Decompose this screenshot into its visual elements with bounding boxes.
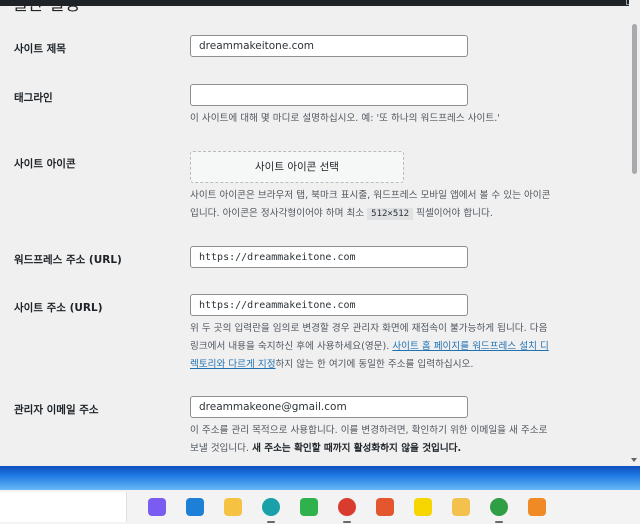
- admin-email-description-line1: 이 주소를 관리 목적으로 사용합니다. 이를 변경하려면, 확인하기 위한 이…: [190, 425, 548, 436]
- wp-address-label: 워드프레스 주소 (URL): [14, 254, 122, 266]
- site-title-label: 사이트 제목: [14, 43, 66, 55]
- scroll-down-arrow-icon[interactable]: [631, 458, 637, 462]
- select-site-icon-button[interactable]: 사이트 아이콘 선택: [190, 151, 404, 183]
- paint-app-icon[interactable]: [376, 498, 394, 516]
- site-icon-description: 사이트 아이콘은 브라우저 탭, 북마크 표시줄, 워드프레스 모바일 앱에서 …: [190, 187, 610, 223]
- tagline-description: 이 사이트에 대해 몇 마디로 설명하십시오. 예: '또 하나의 워드프레스 …: [190, 113, 500, 124]
- store-icon[interactable]: [186, 498, 204, 516]
- admin-email-label: 관리자 이메일 주소: [14, 404, 99, 416]
- icon-size-code: 512×512: [367, 208, 414, 220]
- windows-taskbar: [0, 490, 640, 524]
- tagline-input[interactable]: [190, 84, 468, 106]
- site-icon-label: 사이트 아이콘: [14, 158, 76, 170]
- general-settings-form: 일반 설정 사이트 제목 dreammakeitone.com 태그라인 이 사…: [0, 0, 629, 466]
- orange-app-icon[interactable]: [528, 498, 546, 516]
- site-title-input[interactable]: dreammakeitone.com: [190, 35, 468, 57]
- admin-email-input[interactable]: dreammakeone@gmail.com: [190, 396, 468, 418]
- chrome-icon[interactable]: [338, 498, 356, 516]
- running-indicator: [495, 521, 503, 523]
- site-address-description-line2: 링크에서 내용을 숙지하신 후에 사용하세요(영문). 사이트 홈 페이지를 워…: [190, 341, 549, 352]
- taskbar-search-box[interactable]: [0, 492, 127, 522]
- admin-top-bar: [0, 0, 640, 6]
- tagline-label: 태그라인: [14, 92, 53, 104]
- kakaotalk-icon[interactable]: [414, 498, 432, 516]
- wordpress-directory-link[interactable]: 사이트 홈 페이지를 워드프레스 설치 디: [392, 341, 548, 352]
- site-icon-description-line2: 입니다. 아이콘은 정사각형이어야 하며 최소 512×512 픽셀이어야 합니…: [190, 208, 493, 220]
- green-app-icon[interactable]: [300, 498, 318, 516]
- scrollbar-thumb[interactable]: [632, 24, 637, 174]
- site-address-description: 위 두 곳의 입력란을 임의로 변경할 경우 관리자 화면에 재접속이 불가능하…: [190, 320, 610, 374]
- character-app-icon[interactable]: [452, 498, 470, 516]
- admin-email-description-line2: 보낼 것입니다. 새 주소는 확인할 때까지 활성화하지 않을 것입니다.: [190, 443, 462, 454]
- site-address-label: 사이트 주소 (URL): [14, 302, 103, 314]
- site-address-input[interactable]: https://dreammakeitone.com: [190, 294, 468, 316]
- site-icon-description-line1: 사이트 아이콘은 브라우저 탭, 북마크 표시줄, 워드프레스 모바일 앱에서 …: [190, 190, 551, 201]
- site-address-description-line3: 렉토리와 다르게 지정하지 않는 한 여기에 동일한 주소를 입력하십시오.: [190, 359, 474, 370]
- running-indicator: [343, 521, 351, 523]
- running-indicator: [267, 521, 275, 523]
- chrome-profile-icon[interactable]: [490, 498, 508, 516]
- site-address-description-line1: 위 두 곳의 입력란을 임의로 변경할 경우 관리자 화면에 재접속이 불가능하…: [190, 323, 548, 334]
- admin-email-warning: 새 주소는 확인할 때까지 활성화하지 않을 것입니다.: [252, 443, 462, 454]
- admin-email-description: 이 주소를 관리 목적으로 사용합니다. 이를 변경하려면, 확인하기 위한 이…: [190, 422, 610, 458]
- edge-icon[interactable]: [262, 498, 280, 516]
- wordpress-directory-link-cont[interactable]: 렉토리와 다르게 지정: [190, 359, 276, 370]
- copilot-icon[interactable]: [148, 498, 166, 516]
- wp-address-input[interactable]: https://dreammakeitone.com: [190, 246, 468, 268]
- page-scrollbar[interactable]: [629, 0, 640, 466]
- desktop-wallpaper: [0, 466, 640, 490]
- file-explorer-icon[interactable]: [224, 498, 242, 516]
